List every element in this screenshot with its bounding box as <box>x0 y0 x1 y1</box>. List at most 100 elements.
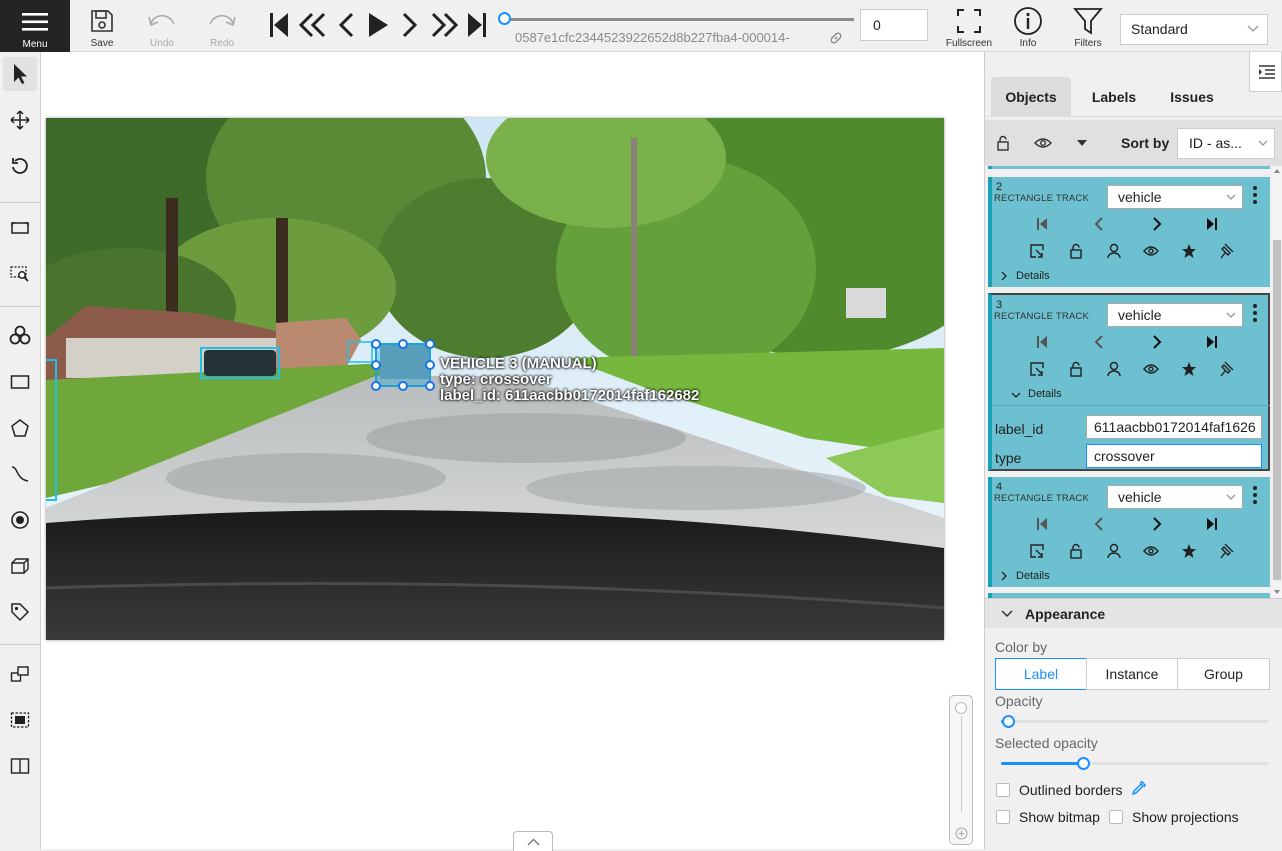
zoom-in-icon[interactable] <box>955 827 968 840</box>
object-card[interactable]: 2 RECTANGLE TRACK vehicle Details <box>988 177 1270 287</box>
chevron-down-icon[interactable] <box>1011 391 1021 399</box>
attribute-label-id-input[interactable]: 611aacbb0172014faf1626 <box>1086 415 1262 439</box>
details-toggle[interactable]: Details <box>1028 388 1062 400</box>
opacity-slider-track[interactable] <box>1001 720 1269 723</box>
fast-backward-icon[interactable] <box>298 11 328 39</box>
user-icon[interactable] <box>1107 543 1121 559</box>
star-icon[interactable] <box>1181 361 1197 377</box>
more-options-icon[interactable] <box>1252 485 1258 505</box>
opacity-slider-handle[interactable] <box>1002 715 1015 728</box>
info-button[interactable]: Info <box>1006 0 1050 52</box>
ai-tools-button[interactable] <box>3 318 37 352</box>
objects-scrollbar[interactable] <box>1272 166 1282 598</box>
first-keyframe-icon[interactable] <box>1036 335 1048 349</box>
setup-tag-tool[interactable] <box>3 595 37 629</box>
previous-keyframe-icon[interactable] <box>1094 217 1104 231</box>
last-keyframe-icon[interactable] <box>1206 517 1218 531</box>
details-toggle[interactable]: Details <box>1016 570 1050 582</box>
scrollbar-thumb[interactable] <box>1273 240 1281 580</box>
first-frame-icon[interactable] <box>268 11 290 39</box>
eye-icon[interactable] <box>1143 545 1159 557</box>
first-keyframe-icon[interactable] <box>1036 517 1048 531</box>
last-keyframe-icon[interactable] <box>1206 335 1218 349</box>
undo-button[interactable]: Undo <box>140 0 184 52</box>
star-icon[interactable] <box>1181 543 1197 559</box>
play-icon[interactable] <box>366 11 390 39</box>
chevron-right-icon[interactable] <box>1000 271 1008 281</box>
outside-icon[interactable] <box>1030 544 1044 558</box>
previous-keyframe-icon[interactable] <box>1094 335 1104 349</box>
split-tool[interactable] <box>3 749 37 783</box>
tab-labels[interactable]: Labels <box>1074 77 1154 117</box>
color-picker-icon[interactable] <box>1131 781 1146 796</box>
color-by-group-option[interactable]: Group <box>1177 658 1270 690</box>
lock-icon[interactable] <box>1069 243 1083 259</box>
show-projections-checkbox[interactable] <box>1109 810 1123 824</box>
zoom-handle[interactable] <box>955 702 967 714</box>
details-toggle[interactable]: Details <box>1016 270 1050 282</box>
pin-icon[interactable] <box>1220 543 1234 559</box>
caret-down-icon[interactable] <box>1076 139 1088 147</box>
workspace-select[interactable]: Standard <box>1120 14 1268 45</box>
draw-polyline-tool[interactable] <box>3 457 37 491</box>
color-by-instance-option[interactable]: Instance <box>1086 658 1178 690</box>
attribute-type-input[interactable]: crossover <box>1086 444 1262 468</box>
last-frame-icon[interactable] <box>466 11 488 39</box>
object-label-select[interactable]: vehicle <box>1107 185 1243 209</box>
zoom-region-tool[interactable] <box>3 257 37 291</box>
copy-link-icon[interactable] <box>829 31 843 45</box>
draw-points-tool[interactable] <box>3 503 37 537</box>
outside-icon[interactable] <box>1030 244 1044 258</box>
lock-all-icon[interactable] <box>996 135 1010 151</box>
fit-image-tool[interactable] <box>3 211 37 245</box>
scroll-down-icon[interactable] <box>1274 590 1280 594</box>
move-tool[interactable] <box>3 103 37 137</box>
next-keyframe-icon[interactable] <box>1152 217 1162 231</box>
next-frame-icon[interactable] <box>400 11 420 39</box>
user-icon[interactable] <box>1107 243 1121 259</box>
next-keyframe-icon[interactable] <box>1152 517 1162 531</box>
previous-keyframe-icon[interactable] <box>1094 517 1104 531</box>
draw-rectangle-tool[interactable] <box>3 365 37 399</box>
outlined-borders-checkbox[interactable] <box>996 783 1010 797</box>
frame-slider-track[interactable] <box>504 18 854 21</box>
eye-icon[interactable] <box>1143 363 1159 375</box>
outside-icon[interactable] <box>1030 362 1044 376</box>
eye-all-icon[interactable] <box>1034 137 1052 149</box>
draw-cuboid-tool[interactable] <box>3 549 37 583</box>
object-label-select[interactable]: vehicle <box>1107 303 1243 327</box>
sort-select[interactable]: ID - as... <box>1177 128 1275 159</box>
pin-icon[interactable] <box>1220 361 1234 377</box>
next-keyframe-icon[interactable] <box>1152 335 1162 349</box>
user-icon[interactable] <box>1107 361 1121 377</box>
object-label-select[interactable]: vehicle <box>1107 485 1243 509</box>
color-by-label-option[interactable]: Label <box>995 658 1087 690</box>
group-tool[interactable] <box>3 703 37 737</box>
lock-icon[interactable] <box>1069 361 1083 377</box>
filters-button[interactable]: Filters <box>1066 0 1110 52</box>
last-keyframe-icon[interactable] <box>1206 217 1218 231</box>
more-options-icon[interactable] <box>1252 185 1258 205</box>
menu-button[interactable]: Menu <box>0 0 70 52</box>
lock-icon[interactable] <box>1069 543 1083 559</box>
pin-icon[interactable] <box>1220 243 1234 259</box>
show-bitmap-checkbox[interactable] <box>996 810 1010 824</box>
save-button[interactable]: Save <box>80 0 124 52</box>
draw-polygon-tool[interactable] <box>3 411 37 445</box>
appearance-header[interactable]: Appearance <box>985 598 1282 628</box>
cursor-tool[interactable] <box>3 57 37 91</box>
merge-tool[interactable] <box>3 657 37 691</box>
frame-number-input[interactable]: 0 <box>860 9 928 41</box>
tab-objects[interactable]: Objects <box>991 77 1071 117</box>
tab-issues[interactable]: Issues <box>1152 77 1232 117</box>
fullscreen-button[interactable]: Fullscreen <box>944 0 994 52</box>
scroll-up-icon[interactable] <box>1274 169 1280 173</box>
zoom-slider[interactable] <box>949 695 973 845</box>
selected-opacity-slider-handle[interactable] <box>1077 757 1090 770</box>
more-options-icon[interactable] <box>1252 303 1258 323</box>
fast-forward-icon[interactable] <box>429 11 459 39</box>
chevron-right-icon[interactable] <box>1000 571 1008 581</box>
star-icon[interactable] <box>1181 243 1197 259</box>
eye-icon[interactable] <box>1143 245 1159 257</box>
rotate-tool[interactable] <box>3 149 37 183</box>
